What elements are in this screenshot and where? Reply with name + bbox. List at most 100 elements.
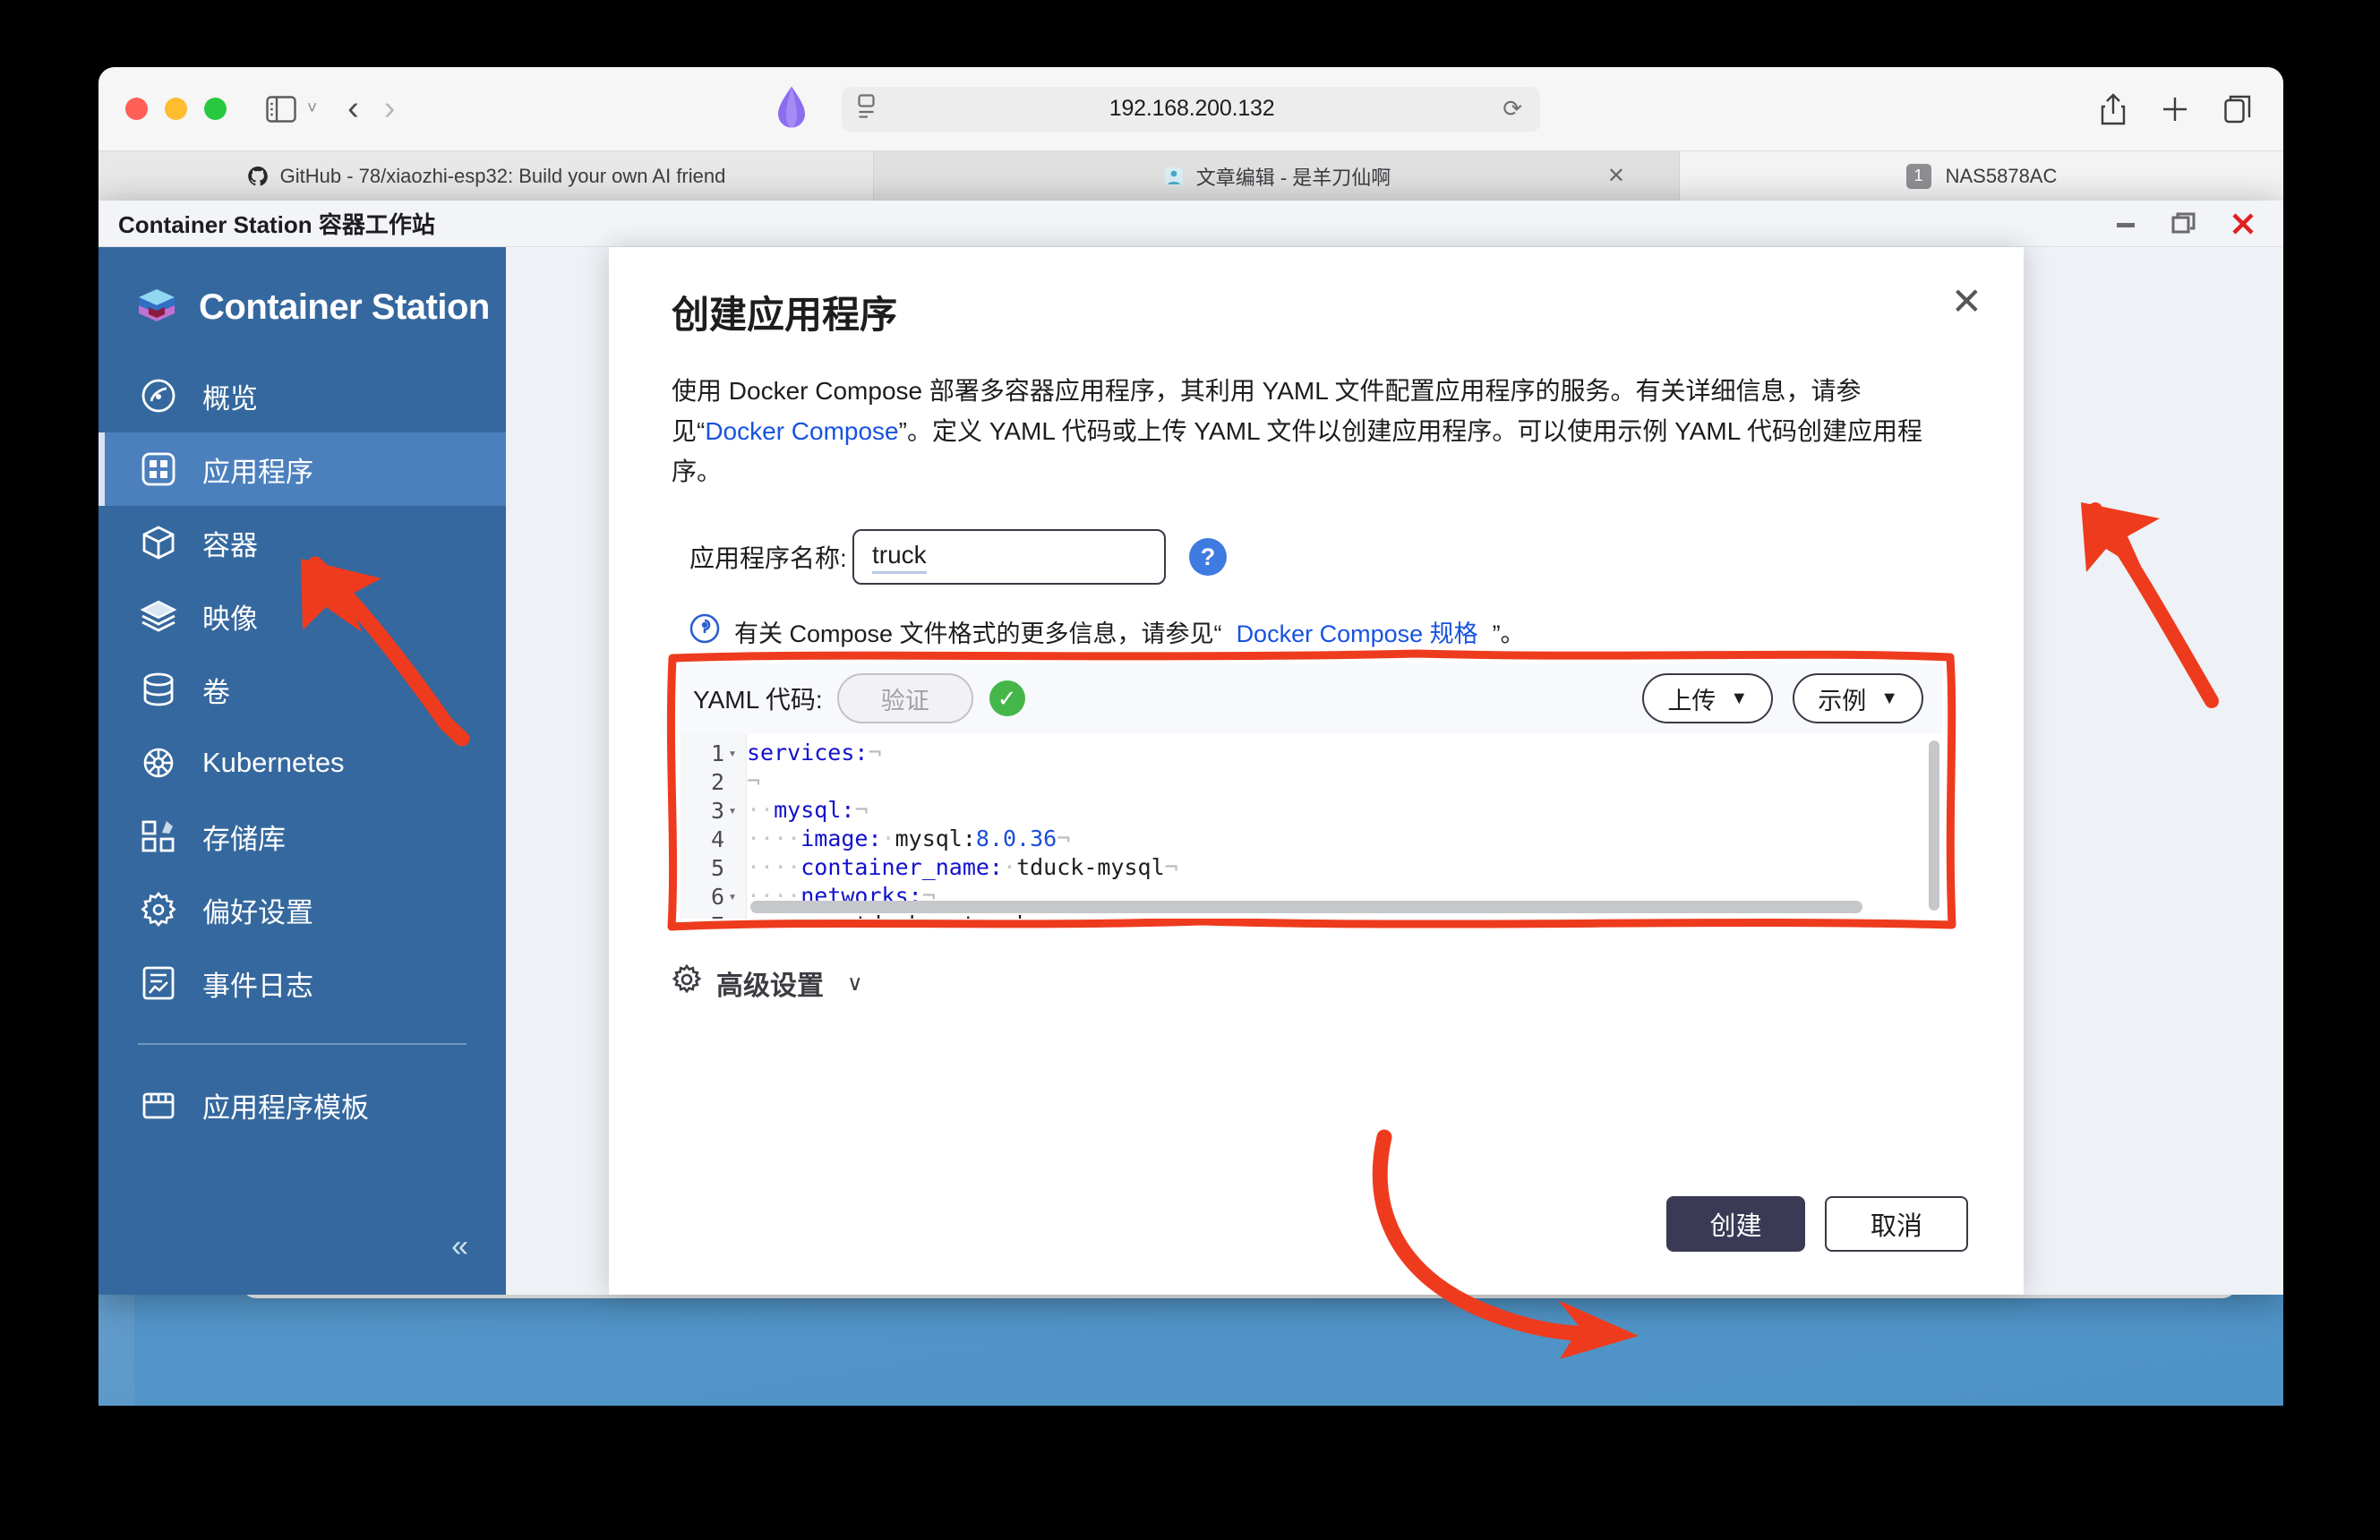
browser-toolbar: ˅ ‹ › 192.168.200.132 ⟳ bbox=[98, 67, 2283, 150]
sidebar-item-6[interactable]: 存储库 bbox=[98, 800, 506, 873]
share-icon[interactable] bbox=[2101, 92, 2126, 125]
address-bar[interactable]: 192.168.200.132 ⟳ bbox=[842, 86, 1540, 132]
browser-toolbar-right bbox=[2101, 92, 2251, 125]
minimize-window-button[interactable] bbox=[165, 98, 187, 120]
create-button[interactable]: 创建 bbox=[1666, 1196, 1805, 1252]
back-arrow-icon[interactable]: ‹ bbox=[347, 90, 359, 128]
code-line[interactable]: ····container_name:·tduck-mysql¬ bbox=[747, 853, 1943, 882]
browser-tab-article[interactable]: 文章编辑 - 是羊刀仙啊 ✕ bbox=[874, 151, 1680, 201]
url-text[interactable]: 192.168.200.132 bbox=[881, 96, 1502, 122]
window-traffic-lights bbox=[125, 98, 227, 120]
fold-toggle-icon[interactable]: ▾ bbox=[724, 802, 741, 818]
advanced-settings-toggle[interactable]: 高级设置 ∨ bbox=[672, 963, 863, 1003]
create-button-label: 创建 bbox=[1709, 1212, 1762, 1241]
line-number: 4 bbox=[710, 826, 724, 852]
editor-vertical-scrollbar[interactable] bbox=[1929, 740, 1939, 911]
sidebar-item-label: 存储库 bbox=[202, 823, 286, 855]
validate-button-label: 验证 bbox=[880, 687, 929, 714]
upload-dropdown-button[interactable]: 上传 ▼ bbox=[1642, 673, 1774, 723]
line-number: 3 ▾ bbox=[681, 796, 746, 825]
cube-icon bbox=[138, 522, 179, 563]
code-lines[interactable]: services:¬ ¬ ··mysql:¬ ····image:·mysql:8.0… bbox=[747, 733, 1943, 919]
sidebar-item-4[interactable]: 卷 bbox=[98, 653, 506, 726]
sidebar-item-7[interactable]: 偏好设置 bbox=[98, 873, 506, 946]
fold-toggle-icon[interactable]: ▾ bbox=[724, 745, 741, 761]
fold-toggle-icon[interactable]: ▾ bbox=[724, 888, 741, 904]
application-name-label: 应用程序名称: bbox=[689, 544, 847, 573]
docker-compose-link[interactable]: Docker Compose bbox=[705, 417, 898, 445]
create-application-dialog: ✕ 创建应用程序 使用 Docker Compose 部署多容器应用程序，其利用… bbox=[609, 247, 2024, 1295]
yaml-code-editor[interactable]: 1▾23▾456▾789▾101112 services:¬¬··mysql:¬… bbox=[681, 733, 1943, 919]
database-icon bbox=[138, 669, 179, 710]
application-name-value: truck bbox=[872, 541, 927, 574]
browser-tab-title: 文章编辑 - 是羊刀仙啊 bbox=[1195, 166, 1391, 189]
gauge-icon bbox=[138, 375, 179, 416]
event-log-icon bbox=[138, 962, 179, 1004]
line-number: 1 ▾ bbox=[681, 739, 746, 767]
reload-icon[interactable]: ⟳ bbox=[1502, 95, 1522, 123]
maximize-icon[interactable] bbox=[2170, 210, 2197, 237]
code-line[interactable]: ¬ bbox=[747, 767, 1943, 796]
browser-tab-nas[interactable]: 1 NAS5878AC bbox=[1680, 151, 2283, 201]
close-icon[interactable]: ✕ bbox=[1951, 279, 1982, 323]
sidebar-item-label: 容器 bbox=[202, 529, 258, 561]
minimize-icon[interactable] bbox=[2113, 211, 2138, 236]
sidebar-item-2[interactable]: 容器 bbox=[98, 506, 506, 579]
browser-tab-strip: GitHub - 78/xiaozhi-esp32: Build your ow… bbox=[98, 150, 2283, 201]
sidebar-item-0[interactable]: 应用程序模板 bbox=[98, 1068, 506, 1142]
example-button-label: 示例 bbox=[1818, 687, 1867, 714]
chevron-down-icon: ▼ bbox=[1730, 688, 1749, 708]
chevron-down-icon[interactable]: ∨ bbox=[847, 971, 863, 997]
compose-note-part1: 有关 Compose 文件格式的更多信息，请参见“ bbox=[734, 620, 1222, 648]
question-mark-icon[interactable]: ? bbox=[1189, 538, 1227, 577]
docker-compose-spec-link[interactable]: Docker Compose 规格 bbox=[1237, 614, 1478, 649]
forward-arrow-icon[interactable]: › bbox=[384, 90, 396, 128]
close-icon[interactable]: ✕ bbox=[1607, 163, 1625, 189]
line-number: 2 bbox=[710, 768, 724, 795]
advanced-settings-label: 高级设置 bbox=[716, 971, 824, 1001]
article-icon bbox=[1162, 165, 1186, 188]
code-line[interactable]: services:¬ bbox=[747, 739, 1943, 767]
sidebar-item-label: 映像 bbox=[202, 603, 258, 635]
sidebar-item-1[interactable]: 应用程序 bbox=[98, 432, 506, 506]
cancel-button[interactable]: 取消 bbox=[1825, 1196, 1968, 1252]
container-station-logo-icon bbox=[134, 283, 179, 332]
reader-view-icon[interactable] bbox=[858, 94, 881, 124]
editor-horizontal-scrollbar[interactable] bbox=[750, 901, 1862, 913]
line-number: 7 bbox=[681, 911, 746, 920]
yaml-editor-container: YAML 代码: 验证 ✓ 上传 ▼ 示例 ▼ 1 ▾ 2 3 ▾ 4 5 6 … bbox=[681, 663, 1943, 919]
application-name-input[interactable]: truck bbox=[852, 529, 1166, 586]
container-station-window: Container Station 容器工作站 Container Statio… bbox=[98, 201, 2283, 1295]
sidebar-item-5[interactable]: Kubernetes bbox=[98, 726, 506, 800]
validate-button[interactable]: 验证 bbox=[836, 673, 973, 723]
sidebar-item-label: 卷 bbox=[202, 676, 230, 708]
dialog-footer: 创建 取消 bbox=[1666, 1196, 1968, 1252]
compose-format-note: 有关 Compose 文件格式的更多信息，请参见“ Docker Compose … bbox=[689, 613, 2024, 650]
new-tab-plus-icon[interactable] bbox=[2162, 96, 2188, 123]
code-line[interactable]: ····image:·mysql:8.0.36¬ bbox=[747, 825, 1943, 853]
template-icon bbox=[138, 1084, 179, 1125]
close-window-button[interactable] bbox=[125, 98, 148, 120]
sidebar-item-8[interactable]: 事件日志 bbox=[98, 946, 506, 1020]
sidebar-item-3[interactable]: 映像 bbox=[98, 579, 506, 653]
browser-tab-github[interactable]: GitHub - 78/xiaozhi-esp32: Build your ow… bbox=[98, 151, 874, 201]
maximize-window-button[interactable] bbox=[204, 98, 227, 120]
info-tip-icon bbox=[689, 613, 720, 650]
dialog-title: 创建应用程序 bbox=[672, 294, 898, 336]
sidebar-item-0[interactable]: 概览 bbox=[98, 359, 506, 432]
browser-tab-title: GitHub - 78/xiaozhi-esp32: Build your ow… bbox=[279, 164, 726, 187]
application-name-row: 应用程序名称: truck ? bbox=[689, 529, 2024, 586]
sidebar-collapse-button[interactable]: « bbox=[451, 1229, 468, 1264]
compose-note-part2: ”。 bbox=[1492, 620, 1525, 648]
sidebar-toggle-icon[interactable] bbox=[266, 95, 296, 123]
close-icon[interactable] bbox=[2230, 210, 2256, 237]
tab-overview-icon[interactable] bbox=[2224, 95, 2251, 124]
sidebar-item-label: 概览 bbox=[202, 382, 258, 415]
line-number: 5 bbox=[710, 854, 724, 881]
yaml-code-label: YAML 代码: bbox=[693, 686, 823, 714]
code-line[interactable]: ··mysql:¬ bbox=[747, 796, 1943, 825]
sidebar-item-label: 应用程序 bbox=[202, 456, 313, 488]
example-dropdown-button[interactable]: 示例 ▼ bbox=[1793, 673, 1923, 723]
sidebar-brand-label: Container Station bbox=[199, 287, 490, 327]
chevron-down-icon[interactable]: ˅ bbox=[307, 99, 317, 119]
